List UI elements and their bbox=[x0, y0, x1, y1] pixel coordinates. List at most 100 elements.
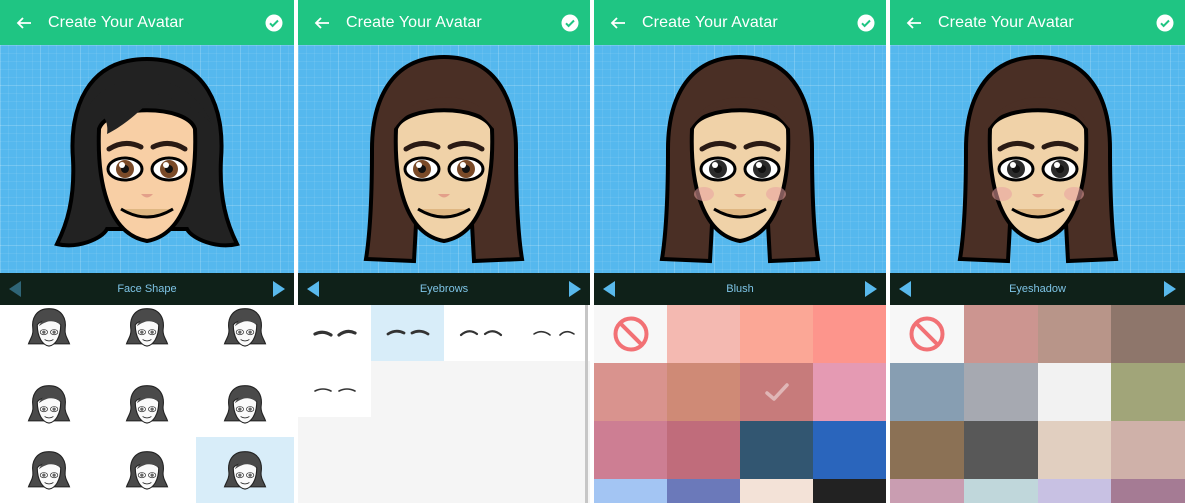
color-swatch[interactable] bbox=[890, 363, 964, 421]
eyebrow-option[interactable] bbox=[298, 305, 371, 361]
color-swatch[interactable] bbox=[740, 363, 813, 421]
eyebrow-option[interactable] bbox=[371, 305, 444, 361]
color-swatch[interactable] bbox=[1037, 421, 1112, 479]
eyebrow-shape-icon bbox=[459, 330, 502, 337]
category-label: Eyebrows bbox=[419, 283, 469, 295]
color-swatch[interactable] bbox=[813, 479, 886, 503]
done-button[interactable] bbox=[846, 0, 886, 45]
next-category-button[interactable] bbox=[856, 273, 886, 305]
color-swatch[interactable] bbox=[1037, 479, 1112, 503]
back-button[interactable] bbox=[0, 0, 48, 45]
face-shape-option[interactable] bbox=[196, 305, 294, 371]
eyebrow-shape-icon bbox=[313, 388, 356, 392]
eyebrow-option[interactable] bbox=[444, 305, 517, 361]
avatar-preview bbox=[0, 45, 294, 273]
no-color-option[interactable] bbox=[594, 305, 667, 363]
screen-eyebrows: Create Your Avatar Eyebrows bbox=[298, 0, 590, 503]
color-swatch[interactable] bbox=[890, 479, 964, 503]
face-shape-option[interactable] bbox=[0, 305, 98, 371]
prev-category-button[interactable] bbox=[298, 273, 328, 305]
face-shape-option[interactable] bbox=[196, 371, 294, 437]
color-swatch[interactable] bbox=[963, 305, 1038, 363]
checkmark-icon bbox=[764, 383, 789, 401]
eyebrow-shape-icon bbox=[532, 330, 575, 336]
no-entry-icon bbox=[613, 316, 648, 352]
avatar-preview bbox=[298, 45, 590, 273]
arrow-left-icon bbox=[314, 16, 329, 29]
color-swatch[interactable] bbox=[813, 421, 886, 479]
eyeshadow-color-options bbox=[890, 305, 1185, 503]
back-button[interactable] bbox=[298, 0, 346, 45]
avatar-preview bbox=[890, 45, 1185, 273]
color-swatch[interactable] bbox=[963, 363, 1038, 421]
eyebrow-option[interactable] bbox=[298, 361, 371, 417]
check-circle-icon bbox=[561, 14, 579, 31]
color-swatch[interactable] bbox=[963, 479, 1038, 503]
face-shape-option[interactable] bbox=[98, 371, 196, 437]
face-thumbnail-icon bbox=[27, 308, 71, 347]
color-swatch[interactable] bbox=[667, 305, 740, 363]
face-thumbnail-icon bbox=[27, 451, 71, 490]
eyebrow-option[interactable] bbox=[517, 305, 590, 361]
color-swatch[interactable] bbox=[594, 363, 667, 421]
category-bar: Eyebrows bbox=[298, 273, 590, 305]
prev-category-button[interactable] bbox=[890, 273, 920, 305]
check-circle-icon bbox=[265, 14, 283, 31]
color-swatch[interactable] bbox=[667, 479, 740, 503]
color-swatch[interactable] bbox=[1111, 363, 1185, 421]
triangle-right-icon bbox=[568, 281, 581, 297]
avatar-face bbox=[54, 56, 240, 248]
color-swatch[interactable] bbox=[813, 305, 886, 363]
color-swatch[interactable] bbox=[1111, 305, 1185, 363]
page-title: Create Your Avatar bbox=[346, 13, 482, 31]
done-button[interactable] bbox=[1145, 0, 1185, 45]
done-button[interactable] bbox=[550, 0, 590, 45]
color-swatch[interactable] bbox=[667, 421, 740, 479]
back-button[interactable] bbox=[594, 0, 642, 45]
check-circle-icon bbox=[857, 14, 875, 31]
face-shape-option[interactable] bbox=[196, 437, 294, 503]
triangle-right-icon bbox=[865, 281, 877, 297]
color-swatch[interactable] bbox=[890, 421, 964, 479]
done-button[interactable] bbox=[254, 0, 294, 45]
arrow-left-icon bbox=[16, 16, 31, 29]
arrow-left-icon bbox=[610, 16, 625, 29]
category-bar: Blush bbox=[594, 273, 886, 305]
app-bar: Create Your Avatar bbox=[0, 0, 294, 45]
scrollbar[interactable] bbox=[585, 305, 588, 503]
color-swatch[interactable] bbox=[1111, 479, 1185, 503]
color-swatch[interactable] bbox=[740, 421, 813, 479]
page-title: Create Your Avatar bbox=[642, 13, 778, 31]
back-button[interactable] bbox=[890, 0, 938, 45]
color-swatch[interactable] bbox=[813, 363, 886, 421]
color-swatch[interactable] bbox=[963, 421, 1038, 479]
face-thumbnail-icon bbox=[125, 385, 169, 424]
blush-color-options bbox=[594, 305, 886, 503]
page-title: Create Your Avatar bbox=[48, 13, 184, 31]
screen-eyeshadow: Create Your Avatar Eyeshadow bbox=[890, 0, 1185, 503]
prev-category-button[interactable] bbox=[594, 273, 624, 305]
triangle-left-icon bbox=[603, 281, 615, 297]
color-swatch[interactable] bbox=[667, 363, 740, 421]
color-swatch[interactable] bbox=[740, 479, 813, 503]
face-shape-option[interactable] bbox=[0, 371, 98, 437]
color-swatch[interactable] bbox=[594, 479, 667, 503]
face-thumbnail-icon bbox=[125, 451, 169, 490]
next-category-button[interactable] bbox=[1155, 273, 1185, 305]
color-swatch[interactable] bbox=[740, 305, 813, 363]
face-thumbnail-icon bbox=[223, 451, 267, 490]
color-swatch[interactable] bbox=[594, 421, 667, 479]
next-category-button[interactable] bbox=[560, 273, 590, 305]
triangle-left-icon bbox=[307, 281, 319, 297]
no-color-option[interactable] bbox=[890, 305, 964, 363]
eyebrow-shape-icon bbox=[312, 329, 357, 337]
color-swatch[interactable] bbox=[1037, 305, 1112, 363]
face-shape-option[interactable] bbox=[98, 437, 196, 503]
color-swatch[interactable] bbox=[1111, 421, 1185, 479]
color-swatch[interactable] bbox=[1037, 363, 1112, 421]
face-shape-option[interactable] bbox=[98, 305, 196, 371]
next-category-button[interactable] bbox=[264, 273, 294, 305]
face-shape-option[interactable] bbox=[0, 437, 98, 503]
category-label: Blush bbox=[726, 283, 754, 295]
prev-category-button[interactable] bbox=[0, 273, 30, 305]
